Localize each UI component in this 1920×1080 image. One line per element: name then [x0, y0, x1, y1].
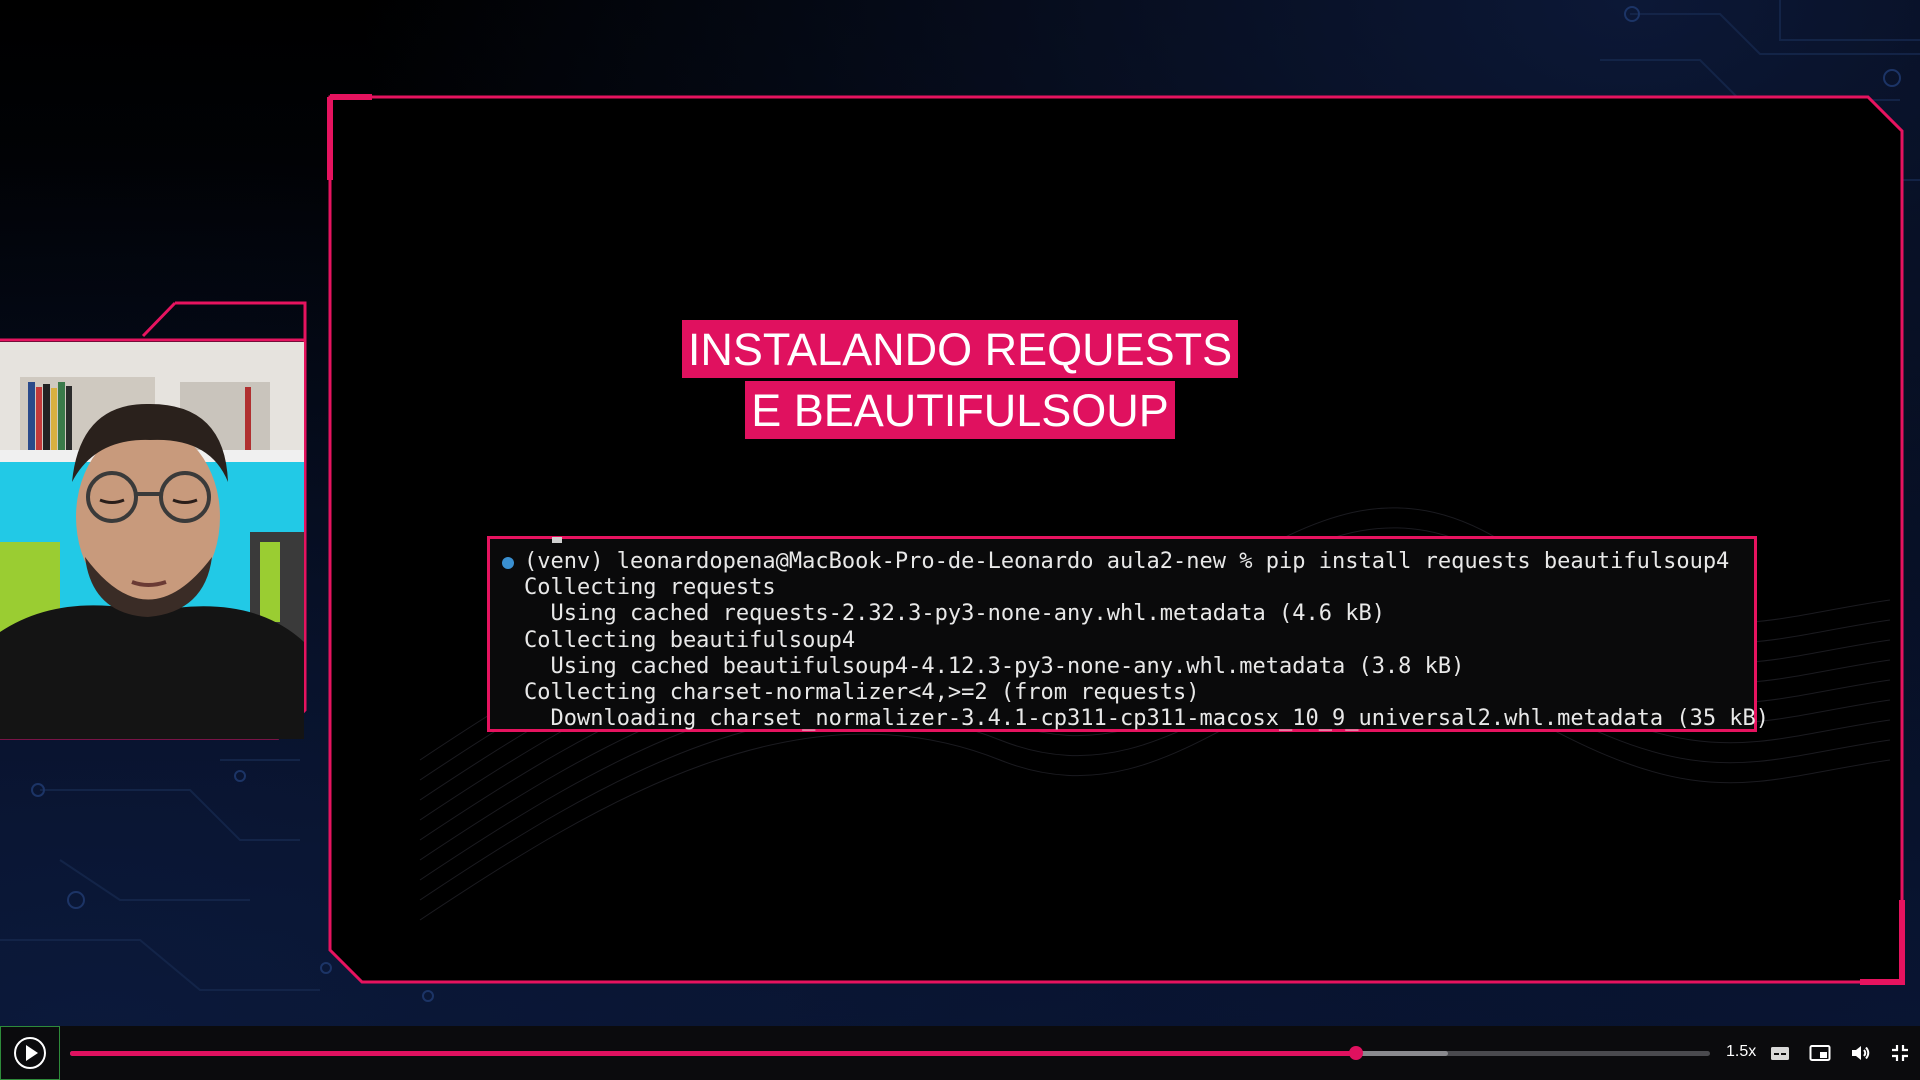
terminal-line: Downloading charset_normalizer-3.4.1-cp3…: [524, 706, 1770, 732]
video-frame[interactable]: INSTALANDO REQUESTS E BEAUTIFULSOUP (ven…: [0, 0, 1920, 1026]
play-icon: [14, 1037, 46, 1069]
terminal-line: Collecting beautifulsoup4: [524, 627, 856, 653]
play-button[interactable]: [0, 1026, 60, 1080]
player-controls: 1.5x: [0, 1026, 1920, 1080]
terminal-output: (venv) leonardopena@MacBook-Pro-de-Leona…: [487, 536, 1770, 732]
prompt-status-dot-icon: [502, 557, 514, 569]
terminal-line: Collecting charset-normalizer<4,>=2 (fro…: [524, 679, 1200, 705]
terminal-line: Collecting requests: [524, 575, 776, 601]
terminal-line: Using cached requests-2.32.3-py3-none-an…: [524, 601, 1385, 627]
progress-bar[interactable]: [70, 1046, 1710, 1060]
slide-title-line-1: INSTALANDO REQUESTS: [0, 320, 1920, 378]
terminal-line: (venv) leonardopena@MacBook-Pro-de-Leona…: [524, 549, 1730, 574]
progress-played: [70, 1051, 1356, 1056]
exit-fullscreen-icon[interactable]: [1888, 1041, 1912, 1065]
picture-in-picture-icon[interactable]: [1808, 1041, 1832, 1065]
progress-scrubber-handle[interactable]: [1348, 1046, 1363, 1060]
terminal-line: Using cached beautifulsoup4-4.12.3-py3-n…: [524, 653, 1465, 679]
slide-title-line-2: E BEAUTIFULSOUP: [0, 381, 1920, 439]
volume-icon[interactable]: [1848, 1041, 1872, 1065]
captions-icon[interactable]: [1768, 1041, 1792, 1065]
playback-speed-button[interactable]: 1.5x: [1726, 1043, 1756, 1061]
terminal-cursor: [552, 537, 562, 543]
